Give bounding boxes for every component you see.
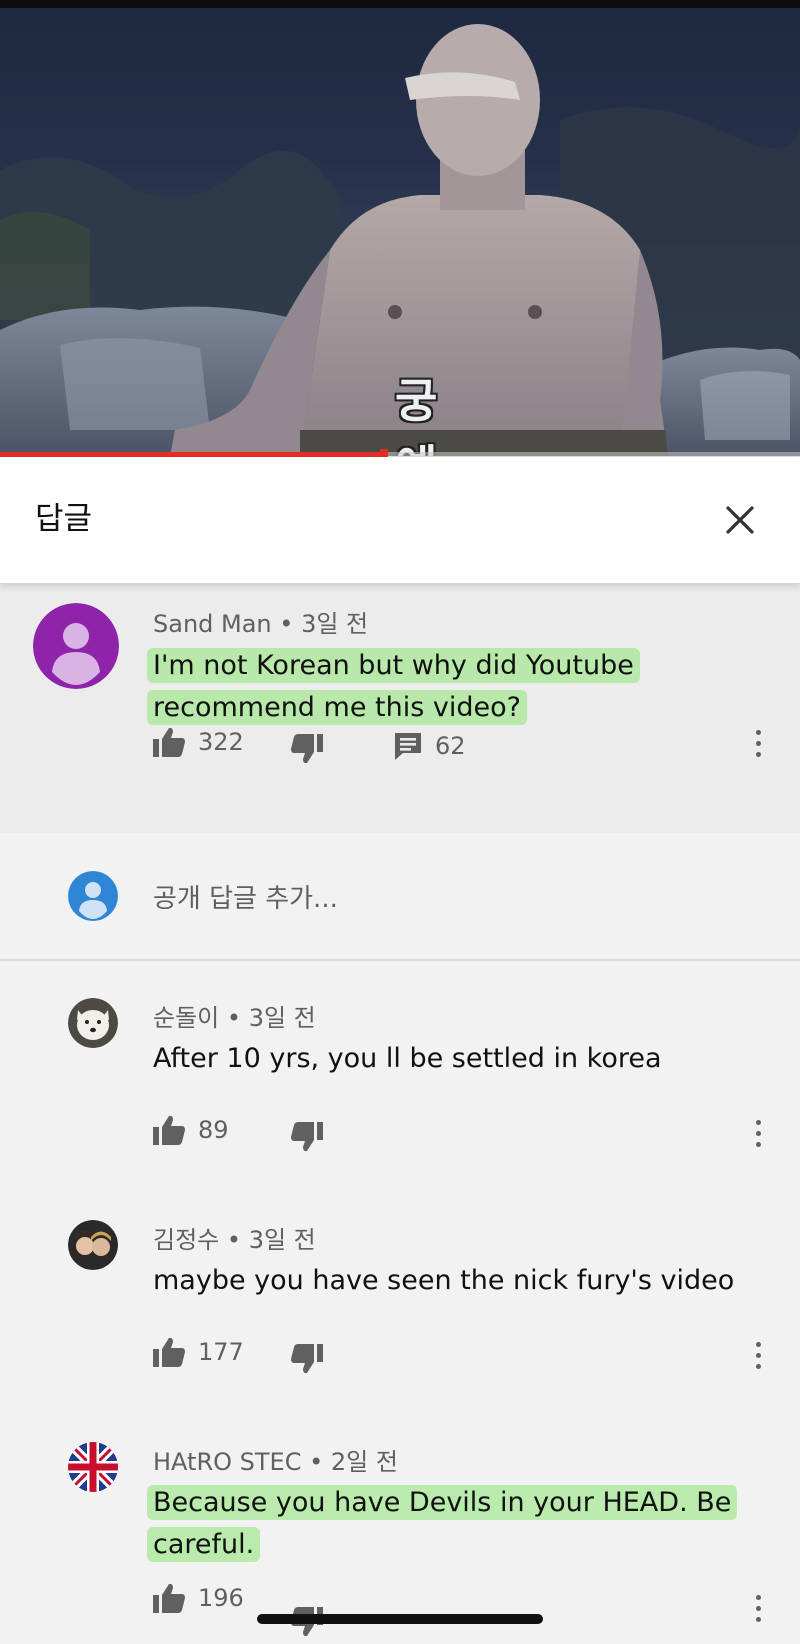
reply-comment: HAtRO STEC • 2일 전 Because you have Devil… (0, 1406, 800, 1644)
my-avatar (68, 871, 118, 921)
default-user-icon (33, 603, 119, 689)
default-user-icon (68, 871, 118, 921)
replies-title: 답글 (35, 501, 93, 537)
comment-text: After 10 yrs, you ll be settled in korea (153, 1043, 662, 1074)
like-button[interactable]: 89 (152, 1114, 229, 1146)
more-options-button[interactable] (748, 1113, 768, 1153)
meta-separator: • (309, 1448, 331, 1476)
thumbs-up-icon (153, 1337, 185, 1367)
avatar[interactable] (68, 998, 118, 1048)
dislike-button[interactable] (290, 733, 324, 765)
close-icon (726, 506, 754, 534)
comment-time: 3일 전 (248, 1226, 316, 1254)
like-count: 196 (198, 1584, 244, 1612)
dislike-button[interactable] (290, 1121, 324, 1153)
comment-meta: Sand Man • 3일 전 (153, 604, 368, 639)
kebab-dot (755, 1119, 761, 1125)
like-count: 322 (198, 728, 244, 756)
comment-icon (395, 733, 421, 760)
replies-header: 답글 (0, 457, 800, 583)
like-count: 89 (198, 1116, 229, 1144)
comment-author[interactable]: 김정수 (153, 1226, 219, 1254)
like-count: 177 (198, 1338, 244, 1366)
meta-separator: • (226, 1004, 249, 1032)
thumbs-up-icon (153, 1115, 185, 1145)
more-options-button[interactable] (748, 1588, 768, 1628)
thumbs-down-icon (291, 1122, 323, 1152)
add-reply-row: 공개 답글 추가... (0, 833, 800, 961)
reply-comment: 순돌이 • 3일 전 After 10 yrs, you ll be settl… (0, 962, 800, 1184)
more-options-button[interactable] (748, 1335, 768, 1375)
reply-count-button[interactable]: 62 (393, 731, 466, 761)
kebab-dot (755, 1605, 761, 1611)
comment-meta: 순돌이 • 3일 전 (153, 998, 316, 1033)
comment-text: Because you have Devils in your HEAD. Be… (147, 1485, 738, 1562)
meta-separator: • (279, 610, 302, 638)
comment-text-block: I'm not Korean but why did Youtube recom… (147, 645, 653, 729)
dog-avatar-icon (68, 998, 118, 1048)
comment-text: I'm not Korean but why did Youtube recom… (147, 648, 640, 725)
like-button[interactable]: 196 (152, 1582, 244, 1614)
dislike-button[interactable] (290, 1343, 324, 1375)
meta-separator: • (226, 1226, 249, 1254)
avatar[interactable] (68, 1442, 118, 1492)
photo-avatar-icon (68, 1220, 118, 1270)
comment-author[interactable]: 순돌이 (153, 1004, 219, 1032)
thumbs-down-icon (291, 1344, 323, 1374)
more-options-button[interactable] (748, 723, 768, 763)
parent-comment: Sand Man • 3일 전 I'm not Korean but why d… (0, 583, 800, 833)
thumbs-up-icon (153, 727, 185, 757)
video-caption: 궁 예 (395, 374, 478, 456)
comment-text: maybe you have seen the nick fury's vide… (153, 1265, 735, 1296)
kebab-dot (755, 1141, 761, 1147)
kebab-dot (755, 751, 761, 757)
kebab-dot (755, 1616, 761, 1622)
kebab-dot (755, 740, 761, 746)
comment-author[interactable]: HAtRO STEC (153, 1448, 301, 1476)
reply-count: 62 (435, 732, 466, 760)
comment-time: 3일 전 (301, 610, 369, 638)
kebab-dot (755, 729, 761, 735)
union-jack-icon (68, 1442, 118, 1492)
kebab-dot (755, 1363, 761, 1369)
like-button[interactable]: 177 (152, 1336, 244, 1368)
comment-time: 2일 전 (330, 1448, 398, 1476)
video-player[interactable]: 궁 예 (0, 0, 800, 456)
comment-meta: HAtRO STEC • 2일 전 (153, 1442, 398, 1477)
add-reply-input[interactable]: 공개 답글 추가... (153, 878, 338, 915)
comment-text-block: Because you have Devils in your HEAD. Be… (147, 1482, 743, 1566)
thumbs-up-icon (153, 1583, 185, 1613)
home-indicator[interactable] (257, 1614, 543, 1624)
close-button[interactable] (718, 498, 762, 542)
comment-author[interactable]: Sand Man (153, 610, 272, 638)
comment-meta: 김정수 • 3일 전 (153, 1220, 316, 1255)
comment-time: 3일 전 (248, 1004, 316, 1032)
kebab-dot (755, 1352, 761, 1358)
avatar[interactable] (68, 1220, 118, 1270)
thumbs-down-icon (291, 734, 323, 764)
kebab-dot (755, 1594, 761, 1600)
kebab-dot (755, 1341, 761, 1347)
avatar[interactable] (33, 603, 119, 689)
reply-comment: 김정수 • 3일 전 maybe you have seen the nick … (0, 1184, 800, 1406)
kebab-dot (755, 1130, 761, 1136)
like-button[interactable]: 322 (152, 726, 244, 758)
